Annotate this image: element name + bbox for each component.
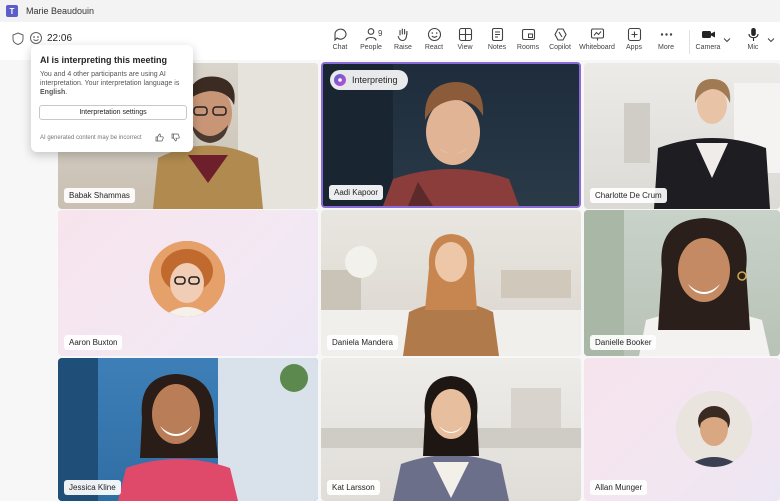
camera-icon xyxy=(701,31,715,38)
participant-avatar xyxy=(149,241,225,317)
participant-name: Danielle Booker xyxy=(590,335,657,350)
popup-body-text: You and 4 other participants are using A… xyxy=(40,71,180,87)
notes-icon xyxy=(491,27,503,42)
people-count: 9 xyxy=(378,29,383,38)
camera-options-chevron-down-icon[interactable] xyxy=(723,36,731,44)
copilot-button[interactable]: Copilot xyxy=(542,24,578,58)
interpretation-status-icon[interactable] xyxy=(29,31,43,45)
participant-tile[interactable]: Daniela Mandera xyxy=(321,210,581,356)
grid-view-icon xyxy=(458,27,472,42)
mic-label: Mic xyxy=(747,44,759,51)
rooms-icon xyxy=(521,28,535,41)
apps-button[interactable]: Apps xyxy=(616,24,652,58)
meeting-timer: 22:06 xyxy=(47,33,73,44)
interpretation-popup: AI is interpreting this meeting You and … xyxy=(31,45,193,152)
participant-name: Kat Larsson xyxy=(327,480,380,495)
participant-name: Allan Munger xyxy=(590,480,648,495)
participant-name: Aaron Buxton xyxy=(64,335,123,350)
more-button[interactable]: More xyxy=(648,24,684,58)
thumbs-up-icon[interactable] xyxy=(155,133,164,142)
chat-icon xyxy=(333,28,347,42)
participant-tile[interactable]: Charlotte De Crum xyxy=(584,63,780,209)
popup-description: You and 4 other participants are using A… xyxy=(40,70,188,97)
participant-name: Babak Shammas xyxy=(64,188,135,203)
popup-title: AI is interpreting this meeting xyxy=(40,55,168,65)
participant-name: Jessica Kline xyxy=(64,480,121,495)
active-speaker-tile[interactable]: Interpreting Aadi Kapoor xyxy=(321,62,581,208)
microphone-icon xyxy=(747,28,759,41)
react-label: React xyxy=(424,44,444,51)
copilot-icon xyxy=(553,28,567,41)
title-bar: T Marie Beaudouin xyxy=(0,0,780,23)
participant-tile[interactable]: Jessica Kline xyxy=(58,358,318,501)
emoji-icon xyxy=(427,27,441,42)
camera-label: Camera xyxy=(695,44,721,51)
interpreting-badge: Interpreting xyxy=(330,70,408,90)
copilot-label: Copilot xyxy=(549,44,571,51)
participant-tile[interactable]: Danielle Booker xyxy=(584,210,780,356)
mic-button[interactable]: Mic xyxy=(735,24,771,58)
chat-label: Chat xyxy=(332,44,348,51)
participant-name: Daniela Mandera xyxy=(327,335,398,350)
more-label: More xyxy=(658,44,674,51)
participant-tile[interactable]: Allan Munger xyxy=(584,358,780,501)
interpreting-icon xyxy=(334,74,346,86)
hand-icon xyxy=(397,28,407,42)
interpretation-settings-button[interactable]: Interpretation settings xyxy=(39,105,187,120)
view-button[interactable]: View xyxy=(447,24,483,58)
ellipsis-icon xyxy=(660,33,672,36)
view-label: View xyxy=(457,44,473,51)
notes-label: Notes xyxy=(487,44,507,51)
mic-options-chevron-down-icon[interactable] xyxy=(767,36,775,44)
interpretation-language: English xyxy=(40,89,66,96)
teams-logo-icon: T xyxy=(6,5,18,17)
thumbs-down-icon[interactable] xyxy=(171,133,180,142)
rooms-label: Rooms xyxy=(516,44,540,51)
camera-button[interactable]: Camera xyxy=(690,24,726,58)
people-label: People xyxy=(360,44,382,51)
interpreting-label: Interpreting xyxy=(352,75,398,85)
raise-label: Raise xyxy=(394,44,412,51)
shield-icon xyxy=(12,32,24,45)
participant-tile[interactable]: Kat Larsson xyxy=(321,358,581,501)
apps-label: Apps xyxy=(626,44,642,51)
rooms-button[interactable]: Rooms xyxy=(510,24,546,58)
whiteboard-button[interactable]: Whiteboard xyxy=(579,24,615,58)
participant-name: Aadi Kapoor xyxy=(329,185,384,200)
people-icon xyxy=(364,28,377,41)
whiteboard-label: Whiteboard xyxy=(579,44,615,51)
popup-body-suffix: . xyxy=(65,89,68,96)
add-app-icon xyxy=(627,27,641,42)
whiteboard-icon xyxy=(590,28,604,41)
participant-tile[interactable]: Aaron Buxton xyxy=(58,210,318,356)
participant-avatar xyxy=(676,391,752,467)
people-button[interactable]: 9 People xyxy=(353,24,389,58)
window-title: Marie Beaudouin xyxy=(26,6,95,16)
participant-name: Charlotte De Crum xyxy=(590,188,667,203)
ai-disclaimer: AI generated content may be incorrect xyxy=(40,135,142,141)
